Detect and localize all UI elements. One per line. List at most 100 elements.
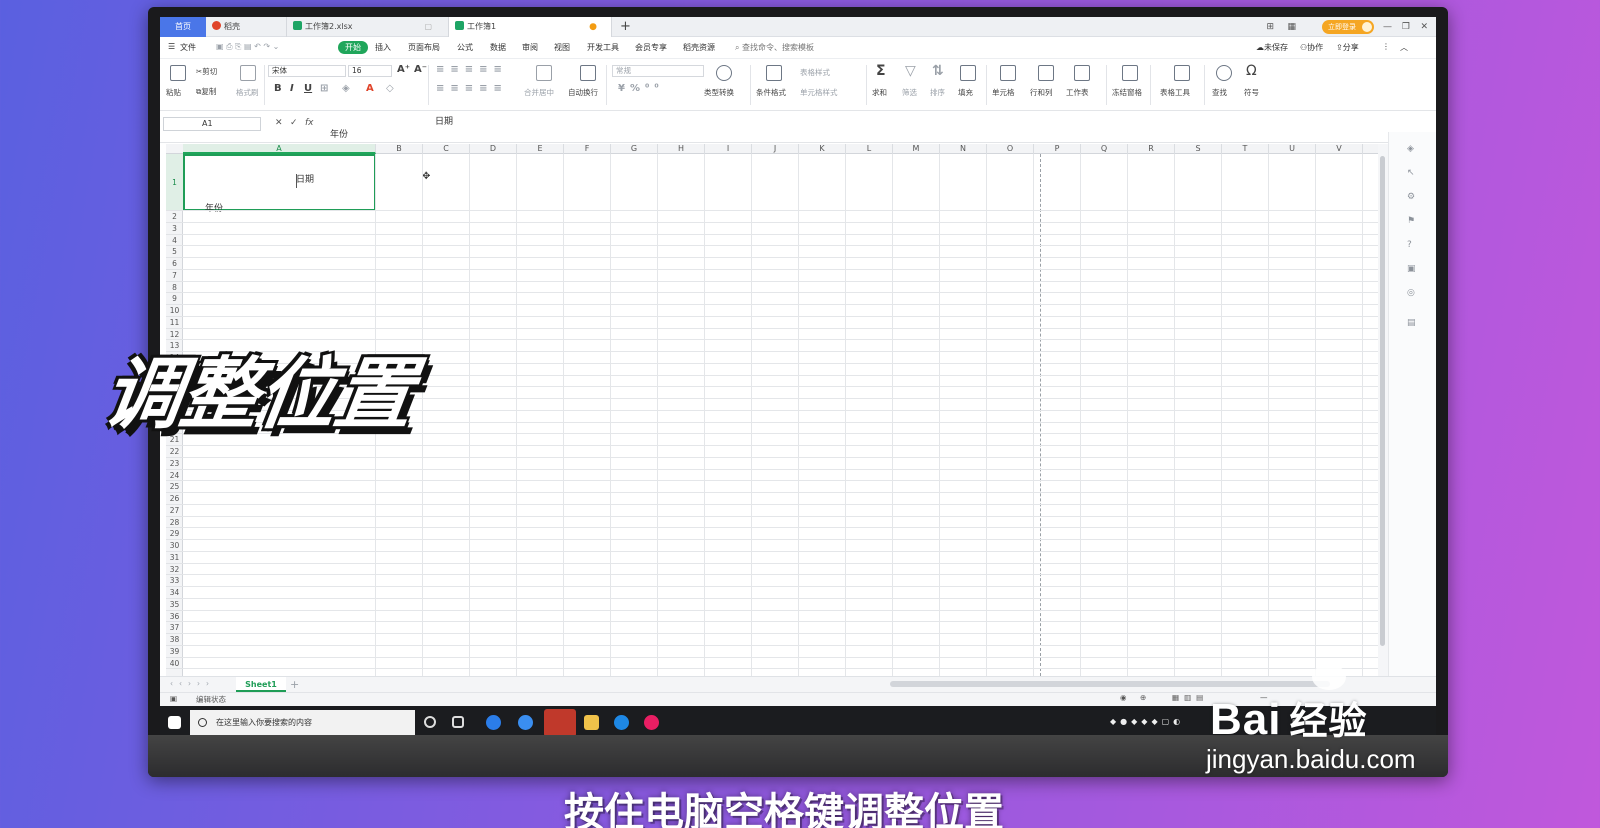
row-header[interactable]: 34 <box>166 587 183 599</box>
column-header[interactable]: L <box>846 144 893 154</box>
share-button[interactable]: ⇪分享 <box>1336 42 1359 53</box>
table-tools-icon[interactable] <box>1174 65 1190 81</box>
collapse-ribbon-icon[interactable]: ︿ <box>1400 42 1408 53</box>
menu-insert[interactable]: 插入 <box>375 42 391 53</box>
paste-button[interactable]: 粘贴 <box>166 87 181 98</box>
number-format-icons[interactable]: ¥%⁰⁰ <box>618 83 664 94</box>
row-header[interactable]: 32 <box>166 564 183 576</box>
row-header[interactable]: 31 <box>166 552 183 564</box>
formula-line-1[interactable]: 日期 <box>435 114 453 127</box>
table-style-button[interactable]: 表格样式 <box>800 67 830 78</box>
flag-icon[interactable]: ⚑ <box>1407 216 1415 226</box>
confirm-icon[interactable]: ✓ <box>290 118 298 128</box>
format-painter-icon[interactable] <box>240 65 256 81</box>
sheet-tab-sheet1[interactable]: Sheet1 <box>236 677 286 692</box>
table-tools-button[interactable]: 表格工具 <box>1160 87 1190 98</box>
align-horizontal-icons[interactable]: ≡≡≡≡≡ <box>436 83 508 94</box>
column-header[interactable]: N <box>940 144 987 154</box>
conditional-format-icon[interactable] <box>766 65 782 81</box>
row-header[interactable]: 25 <box>166 481 183 493</box>
shrink-font-icon[interactable]: A⁻ <box>414 64 427 75</box>
menu-formula[interactable]: 公式 <box>457 42 473 53</box>
row-header[interactable]: 2 <box>166 211 183 223</box>
sheet-nav-icons[interactable]: ‹‹››› <box>170 679 215 688</box>
layout-mode-icons[interactable]: ▦▥▤ <box>1172 693 1208 702</box>
document-icon[interactable]: ▤ <box>1407 318 1416 328</box>
menu-data[interactable]: 数据 <box>490 42 506 53</box>
menu-member[interactable]: 会员专享 <box>635 42 667 53</box>
type-convert-icon[interactable] <box>716 65 732 81</box>
horizontal-scrollbar[interactable] <box>890 681 1330 687</box>
font-select[interactable]: 宋体 <box>268 65 346 77</box>
copy-button[interactable]: ⧉复制 <box>196 86 216 97</box>
collab-button[interactable]: ⚇协作 <box>1300 42 1323 53</box>
cell-style-button[interactable]: 单元格样式 <box>800 87 838 98</box>
column-header[interactable]: C <box>423 144 470 154</box>
align-top-icons[interactable]: ≡≡≡≡≡ <box>436 64 508 75</box>
filter-button[interactable]: 筛选 <box>902 87 917 98</box>
column-header[interactable]: J <box>752 144 799 154</box>
wps-taskbar-icon[interactable] <box>544 709 576 737</box>
column-header[interactable]: R <box>1128 144 1175 154</box>
row-header[interactable]: 5 <box>166 246 183 258</box>
rowcol-icon[interactable] <box>1038 65 1054 81</box>
close-window-icon[interactable]: ✕ <box>1420 17 1428 37</box>
restore-icon[interactable]: ❐ <box>1402 17 1410 37</box>
layout-icon[interactable]: ⊞ <box>1266 17 1274 37</box>
cut-button[interactable]: ✂剪切 <box>196 66 217 77</box>
row-header[interactable]: 39 <box>166 646 183 658</box>
name-box[interactable]: A1 <box>163 117 261 131</box>
help-icon[interactable]: ? <box>1407 240 1412 250</box>
row-header[interactable]: 22 <box>166 446 183 458</box>
row-header[interactable]: 12 <box>166 329 183 341</box>
font-size-select[interactable]: 16 <box>348 65 392 77</box>
tab-home[interactable]: 首页 <box>160 17 206 37</box>
menu-dev[interactable]: 开发工具 <box>587 42 619 53</box>
worksheet-icon[interactable] <box>1074 65 1090 81</box>
row-header[interactable]: 29 <box>166 528 183 540</box>
row-header[interactable]: 11 <box>166 317 183 329</box>
clear-format-icon[interactable]: ◇ <box>386 83 394 94</box>
fill-button[interactable]: 填充 <box>958 87 973 98</box>
format-painter-button[interactable]: 格式刷 <box>236 87 259 98</box>
row-header[interactable]: 3 <box>166 223 183 235</box>
login-button[interactable]: 立即登录 <box>1322 20 1374 34</box>
row-header[interactable]: 37 <box>166 622 183 634</box>
number-format-select[interactable]: 常规 <box>612 65 704 77</box>
omega-icon[interactable]: Ω <box>1246 63 1257 79</box>
menu-view[interactable]: 视图 <box>554 42 570 53</box>
conditional-format-button[interactable]: 条件格式 <box>756 87 786 98</box>
column-header[interactable]: V <box>1316 144 1363 154</box>
column-header[interactable]: I <box>705 144 752 154</box>
app-icon[interactable] <box>486 715 501 730</box>
find-icon[interactable] <box>1216 65 1232 81</box>
tab-workbook2[interactable]: 工作簿2.xlsx ▢ <box>286 17 448 37</box>
view-mode-icon[interactable]: ⊕ <box>1140 693 1146 702</box>
hamburger-icon[interactable]: ☰ <box>168 42 175 51</box>
eye-icon[interactable]: ◉ <box>1120 693 1127 702</box>
fx-icon[interactable]: fx <box>305 118 314 128</box>
menu-layout[interactable]: 页面布局 <box>408 42 440 53</box>
settings-icon[interactable]: ⚙ <box>1407 192 1415 202</box>
row-header[interactable]: 4 <box>166 235 183 247</box>
row-header[interactable]: 1 <box>166 154 183 211</box>
row-header[interactable]: 36 <box>166 611 183 623</box>
new-tab-icon[interactable]: + <box>620 17 631 36</box>
folder-icon[interactable] <box>584 715 599 730</box>
row-header[interactable]: 28 <box>166 517 183 529</box>
symbol-button[interactable]: 符号 <box>1244 87 1259 98</box>
underline-icon[interactable]: U <box>304 83 312 94</box>
italic-icon[interactable]: I <box>290 83 294 94</box>
selected-cell-a1[interactable]: 日期 年份 <box>183 154 376 214</box>
row-header[interactable]: 24 <box>166 470 183 482</box>
rowcol-button[interactable]: 行和列 <box>1030 87 1053 98</box>
unsaved-status[interactable]: ☁未保存 <box>1256 42 1288 53</box>
menu-start[interactable]: 开始 <box>338 41 368 54</box>
cell-button[interactable]: 单元格 <box>992 87 1015 98</box>
wrap-icon[interactable] <box>580 65 596 81</box>
filter-icon[interactable]: ▽ <box>905 63 916 79</box>
row-header[interactable]: 26 <box>166 493 183 505</box>
style-icon[interactable]: ◈ <box>1407 144 1414 154</box>
merge-button[interactable]: 合并居中 <box>524 87 554 98</box>
flower-app-icon[interactable] <box>644 715 659 730</box>
